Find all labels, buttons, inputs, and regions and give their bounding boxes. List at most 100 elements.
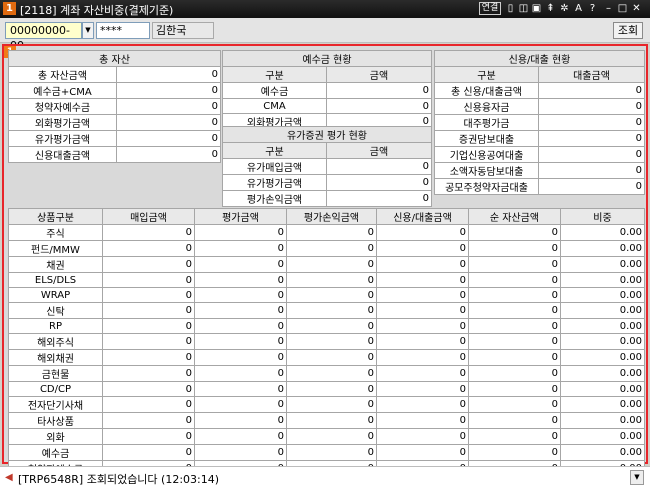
row-label: 소액자동담보대출 [434,162,539,179]
toolbar: 00000000-00 ▼ **** 김한국 조회 [0,18,650,52]
table-cell: 0 [286,381,377,397]
product-category: WRAP [8,287,103,303]
status-bar: ◀ [TRP6548R] 조회되었습니다 (12:03:14) ▼ [0,466,650,489]
mouse-icon[interactable]: ▯ [505,2,516,15]
table-row[interactable]: 해외주식 0 0 0 0 0 0.00 [8,333,645,350]
credit-title: 신용/대출 현황 [434,50,645,67]
table-row[interactable]: 펀드/MMW 0 0 0 0 0 0.00 [8,240,645,257]
column-header: 상품구분 [8,208,103,225]
row-value: 0 [116,130,221,147]
table-cell: 0 [102,412,195,429]
table-cell: 0 [286,428,377,445]
help-icon[interactable]: ? [587,2,598,15]
password-input[interactable]: **** [96,22,150,39]
table-cell: 0 [468,256,561,273]
table-cell: 0 [468,333,561,350]
table-cell: 0.00 [560,256,645,273]
table-cell: 0 [286,444,377,461]
row-label: 청약자예수금 [8,98,117,115]
table-cell: 0 [102,318,195,334]
table-cell: 0 [376,256,469,273]
table-cell: 0 [286,365,377,382]
table-cell: 0.00 [560,396,645,413]
total-assets-title: 총 자산 [8,50,221,67]
table-cell: 0 [102,444,195,461]
table-row[interactable]: 외화 0 0 0 0 0 0.00 [8,428,645,445]
column-header: 비중 [560,208,645,225]
product-category: 예수금 [8,444,103,461]
table-cell: 0 [286,396,377,413]
row-value: 0 [538,114,645,131]
table-cell: 0 [194,333,287,350]
table-cell: 0 [376,302,469,319]
window-number-badge: 1 [3,2,16,15]
table-row[interactable]: 예수금 0 0 0 0 0 0.00 [8,444,645,461]
table-cell: 0 [376,272,469,288]
table-cell: 0 [376,412,469,429]
minimize-icon[interactable]: – [603,2,614,15]
table-row[interactable]: 타사상품 0 0 0 0 0 0.00 [8,412,645,429]
maximize-icon[interactable]: □ [617,2,628,15]
table-cell: 0.00 [560,428,645,445]
query-button[interactable]: 조회 [613,22,643,39]
table-row[interactable]: 신탁 0 0 0 0 0 0.00 [8,302,645,319]
table-cell: 0 [468,272,561,288]
tools-icon[interactable]: ✲ [559,2,570,15]
table-cell: 0 [468,365,561,382]
table-row[interactable]: 해외채권 0 0 0 0 0 0.00 [8,349,645,366]
table-row[interactable]: 전자단기사채 0 0 0 0 0 0.00 [8,396,645,413]
table-cell: 0 [376,444,469,461]
table-row[interactable]: WRAP 0 0 0 0 0 0.00 [8,287,645,303]
row-value: 0 [116,146,221,163]
row-value: 0 [538,130,645,147]
col-header: 구분 [222,66,327,83]
window-icon[interactable]: ▣ [531,2,542,15]
table-cell: 0.00 [560,224,645,241]
table-cell: 0 [376,349,469,366]
table-cell: 0 [468,428,561,445]
row-label: CMA [222,98,327,114]
table-cell: 0 [194,240,287,257]
link-button[interactable]: 연결 [479,2,501,15]
table-cell: 0 [286,318,377,334]
table-cell: 0 [376,365,469,382]
close-icon[interactable]: ✕ [631,2,642,15]
securities-title: 유가증권 평가 현황 [222,126,432,143]
table-row[interactable]: CD/CP 0 0 0 0 0 0.00 [8,381,645,397]
product-category: 외화 [8,428,103,445]
product-breakdown-table: 상품구분 매입금액 평가금액 평가손익금액 신용/대출금액 순 자산금액 비중 주식 0 0 0 0… [8,208,645,489]
account-input[interactable]: 00000000-00 [5,22,82,52]
status-dropdown-icon[interactable]: ▼ [630,470,644,485]
table-cell: 0 [194,302,287,319]
row-label: 평가손익금액 [222,190,327,207]
row-label: 예수금+CMA [8,82,117,99]
split-icon[interactable]: ◫ [518,2,529,15]
row-label: 예수금 [222,82,327,99]
table-row[interactable]: 채권 0 0 0 0 0 0.00 [8,256,645,273]
table-row[interactable]: ELS/DLS 0 0 0 0 0 0.00 [8,272,645,288]
col-header: 구분 [434,66,539,83]
pin-icon[interactable]: ⇞ [545,2,556,15]
account-dropdown-icon[interactable]: ▼ [82,22,94,39]
table-row[interactable]: 주식 0 0 0 0 0 0.00 [8,224,645,241]
table-cell: 0 [102,224,195,241]
table-cell: 0 [194,412,287,429]
table-cell: 0 [286,240,377,257]
font-icon[interactable]: A [573,2,584,15]
table-row[interactable]: RP 0 0 0 0 0 0.00 [8,318,645,334]
product-category: 펀드/MMW [8,240,103,257]
table-cell: 0 [286,272,377,288]
row-label: 총 신용/대출금액 [434,82,539,99]
table-cell: 0 [286,256,377,273]
table-cell: 0.00 [560,381,645,397]
table-cell: 0.00 [560,349,645,366]
table-cell: 0 [102,333,195,350]
table-row[interactable]: 금현물 0 0 0 0 0 0.00 [8,365,645,382]
row-value: 0 [116,98,221,115]
row-label: 신용융자금 [434,98,539,115]
product-category: ELS/DLS [8,272,103,288]
row-value: 0 [326,174,432,191]
product-category: 해외주식 [8,333,103,350]
table-cell: 0.00 [560,302,645,319]
table-cell: 0 [102,272,195,288]
